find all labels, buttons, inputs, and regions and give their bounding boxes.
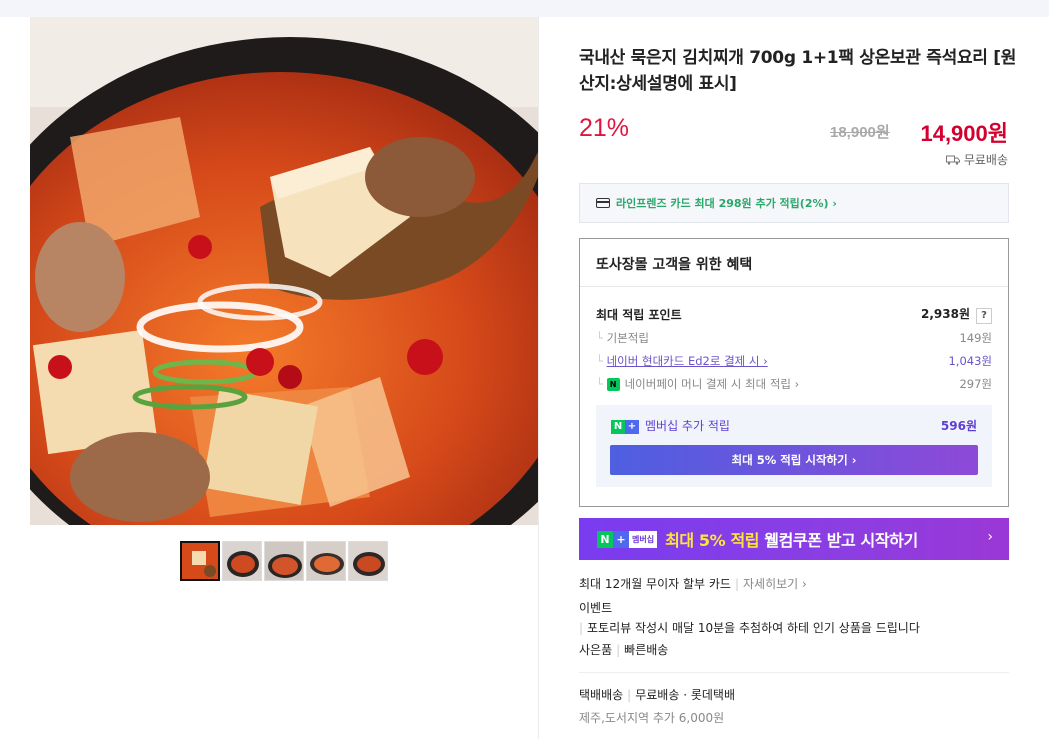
points-row-value: 149원 <box>959 331 992 345</box>
membership-section: N + 멤버십 추가 적립 596원 최대 5% 적립 시작하기 › <box>596 405 992 487</box>
product-main-image <box>30 17 538 525</box>
hyundai-card-link[interactable]: 네이버 현대카드 Ed2로 결제 시 › <box>607 354 768 368</box>
points-row-value: 297원 <box>959 377 992 391</box>
delivery-free: 무료배송 <box>635 688 680 702</box>
naver-plus-membership-icon: N + 멤버십 <box>597 530 658 548</box>
installment-text: 최대 12개월 무이자 할부 카드 <box>579 577 731 591</box>
divider <box>579 672 1009 673</box>
points-row-value: 1,043원 <box>948 354 992 368</box>
naverpay-icon: N <box>606 378 620 391</box>
thumbnail-1[interactable] <box>180 541 220 581</box>
naver-plus-membership-icon: N + <box>611 419 639 434</box>
thumbnail-image <box>265 542 303 580</box>
event-text: 포토리뷰 작성시 매달 10분을 추첨하여 하테 인기 상품을 드립니다 <box>587 621 920 635</box>
installment-row: 최대 12개월 무이자 할부 카드 | 자세히보기 › <box>579 577 807 591</box>
points-row-label: 기본적립 <box>596 330 649 346</box>
max-points-value: 2,938원 <box>921 307 970 321</box>
thumbnail-image <box>223 542 261 580</box>
membership-promo-banner[interactable]: N + 멤버십 최대 5% 적립 웰컴쿠폰 받고 시작하기 › <box>579 518 1009 560</box>
naverpay-link[interactable]: 네이버페이 머니 결제 시 최대 적립 › <box>625 377 800 391</box>
top-bar <box>0 0 1049 17</box>
shipping-text: 무료배송 <box>963 153 1008 167</box>
thumbnail-5[interactable] <box>348 541 388 581</box>
installment-detail-link[interactable]: 자세히보기 › <box>743 577 807 591</box>
sale-price: 14,900원 <box>920 121 1008 146</box>
extra-fee: 제주,도서지역 추가 6,000원 <box>579 711 725 725</box>
benefit-heading: 또사장몰 고객을 위한 혜택 <box>580 239 1008 287</box>
thumbnail-image <box>349 542 387 580</box>
help-icon[interactable]: ? <box>976 308 992 324</box>
start-membership-button[interactable]: 최대 5% 적립 시작하기 › <box>610 445 978 475</box>
thumbnail-4[interactable] <box>306 541 346 581</box>
membership-label: 멤버십 추가 적립 <box>645 419 730 433</box>
thumbnail-3[interactable] <box>264 541 304 581</box>
product-title: 국내산 묵은지 김치찌개 700g 1+1팩 상온보관 즉석요리 [원산지:상세… <box>579 48 1017 94</box>
truck-icon <box>945 155 960 165</box>
delivery-type: 택배배송 <box>579 688 624 702</box>
gift-text: 빠른배송 <box>624 643 669 657</box>
max-points-label: 최대 적립 포인트 <box>596 308 682 322</box>
credit-card-icon <box>596 198 610 208</box>
product-detail: 국내산 묵은지 김치찌개 700g 1+1팩 상온보관 즉석요리 [원산지:상세… <box>30 17 1049 739</box>
event-row: | 포토리뷰 작성시 매달 10분을 추첨하여 하테 인기 상품을 드립니다 <box>579 621 920 635</box>
thumbnail-image <box>307 542 345 580</box>
thumbnail-strip <box>180 541 388 581</box>
membership-value: 596원 <box>940 419 977 433</box>
promo-text: 최대 5% 적립 웰컴쿠폰 받고 시작하기 <box>665 531 918 550</box>
card-promo[interactable]: 라인프렌즈 카드 최대 298원 추가 적립(2%) › <box>579 183 1009 223</box>
kimchi-stew-image <box>30 17 538 525</box>
points-row-naverpay[interactable]: N 네이버페이 머니 결제 시 최대 적립 › 297원 <box>596 376 992 392</box>
shipping-badge: 무료배송 <box>945 151 1008 168</box>
original-price: 18,900원 <box>830 124 890 141</box>
chevron-right-icon: › <box>987 529 993 545</box>
event-label: 이벤트 <box>579 601 613 615</box>
card-promo-text: 라인프렌즈 카드 최대 298원 추가 적립(2%) › <box>616 197 837 210</box>
max-points-row: 최대 적립 포인트 2,938원? <box>596 305 992 324</box>
membership-row: N + 멤버십 추가 적립 596원 <box>611 417 977 434</box>
delivery-carrier: · 롯데택배 <box>683 688 736 702</box>
delivery-row: 택배배송 | 무료배송 · 롯데택배 <box>579 688 736 702</box>
product-info: 국내산 묵은지 김치찌개 700g 1+1팩 상온보관 즉석요리 [원산지:상세… <box>539 17 1049 739</box>
points-row-card[interactable]: 네이버 현대카드 Ed2로 결제 시 › 1,043원 <box>596 353 992 369</box>
product-gallery <box>30 17 539 739</box>
benefit-box: 또사장몰 고객을 위한 혜택 최대 적립 포인트 2,938원? 기본적립 14… <box>579 238 1009 507</box>
gift-label: 사은품 <box>579 643 613 657</box>
points-row-basic: 기본적립 149원 <box>596 330 992 346</box>
discount-rate: 21% <box>579 114 630 142</box>
gift-row: 사은품 | 빠른배송 <box>579 643 669 657</box>
thumbnail-image <box>182 543 218 579</box>
thumbnail-2[interactable] <box>222 541 262 581</box>
